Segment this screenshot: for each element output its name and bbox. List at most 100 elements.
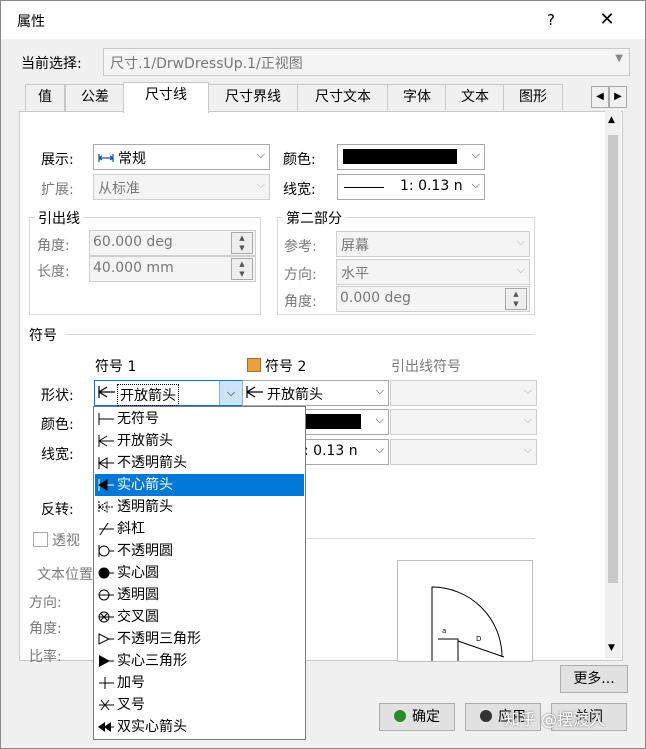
list-item[interactable]: 双实心箭头 [95,716,304,738]
tab-font[interactable]: 字体 [387,84,447,111]
reference-select[interactable]: 屏幕 ⌵ [336,231,530,257]
list-item[interactable]: 不透明三角形 [95,628,304,650]
symbol1-shape-select[interactable]: 开放箭头 ⌵ [94,380,242,406]
list-item[interactable]: 实心三角形 [95,650,304,672]
tab-scroll-right-icon[interactable]: ▶ [609,86,627,108]
leader-length-value: 40.000 mm [93,260,174,276]
open-arrow-icon [98,435,114,447]
ok-status-icon [394,710,406,722]
close-icon[interactable]: ✕ [591,7,623,33]
leader-angle-label: 角度: [37,238,70,254]
second-angle-value: 0.000 deg [340,290,411,306]
list-item[interactable]: 无符号 [95,408,304,430]
direction-select[interactable]: 水平 ⌵ [336,259,530,285]
list-item[interactable]: 叉号 [95,694,304,716]
symbol2-shape-select[interactable]: 开放箭头 ⌵ [242,380,389,406]
tab-graphics[interactable]: 图形 [503,84,563,111]
list-item[interactable]: 实心圆 [95,562,304,584]
dimension-preview-icon: a D [431,586,505,661]
symbol2-toggle-icon[interactable] [247,358,261,372]
lower-angle-label: 角度: [29,621,62,637]
scroll-up-icon[interactable]: ▲ [608,115,615,125]
spinner-arrows-icon[interactable]: ▲ ▼ [231,258,253,280]
ok-button[interactable]: 确定 [379,703,455,731]
chevron-down-icon: ⌵ [516,263,525,276]
direction-value: 水平 [341,266,369,282]
more-button[interactable]: 更多... [560,665,628,693]
chevron-down-icon: ⌵ [523,443,532,456]
cross-circle-icon [98,611,114,623]
tab-tolerance[interactable]: 公差 [65,84,125,111]
leader-symbol-header: 引出线符号 [391,359,461,375]
list-item[interactable]: 不透明箭头 [95,452,304,474]
display-select[interactable]: 常规 ⌵ [93,144,270,170]
color-select[interactable]: ⌵ [337,144,485,170]
list-item[interactable]: 交叉圆 [95,606,304,628]
double-filled-arrow-icon [98,722,114,732]
symbol1-header: 符号 1 [95,359,137,375]
chevron-down-icon[interactable]: ⌵ [219,381,242,405]
tab-bar: 值 公差 尺寸线 尺寸界线 尺寸文本 字体 文本 图形 ◀ ▶ [19,82,631,113]
scrollbar-thumb[interactable] [608,135,618,583]
leader-group-title: 引出线 [35,208,83,228]
title-bar: 属性 ? ✕ [1,1,645,39]
list-item[interactable]: 透明箭头 [95,496,304,518]
leader-length-input[interactable]: 40.000 mm ▲ ▼ [89,256,256,282]
tab-dimension-line[interactable]: 尺寸线 [123,82,209,113]
tab-text[interactable]: 文本 [445,84,505,111]
display-value: 常规 [118,151,146,167]
transparent-circle-icon [98,589,114,601]
leader-symbol-shape-select[interactable]: ⌵ [390,380,537,406]
tab-scroll-left-icon[interactable]: ◀ [591,86,609,108]
second-angle-label: 角度: [284,294,317,310]
chevron-down-icon: ⌵ [516,235,525,248]
open-arrow-icon [98,386,115,398]
list-item-selected[interactable]: 实心箭头 [95,474,304,496]
symbol2-shape-value: 开放箭头 [267,387,323,403]
apply-status-icon [480,710,492,722]
filled-arrow-icon [98,479,114,491]
tab-dimension-text[interactable]: 尺寸文本 [297,84,389,111]
list-item[interactable]: 加号 [95,672,304,694]
plus-icon [99,677,114,689]
list-item[interactable]: 透明圆 [95,584,304,606]
vertical-scrollbar[interactable]: ▲ ▼ [605,111,621,659]
divider [65,334,535,335]
list-item[interactable]: 斜杠 [95,518,304,540]
scroll-down-icon[interactable]: ▼ [608,643,615,653]
open-arrow-icon [246,386,263,398]
list-item[interactable]: 开放箭头 [95,430,304,452]
symbol1-shape-value: 开放箭头 [117,384,179,406]
help-button[interactable]: ? [537,7,565,33]
dialog-title: 属性 [17,14,45,30]
chevron-down-icon: ⌵ [375,413,384,426]
spinner-arrows-icon[interactable]: ▲ ▼ [505,288,527,310]
tab-extension-line[interactable]: 尺寸界线 [207,84,299,111]
tab-value[interactable]: 值 [25,84,65,111]
linewidth-label: 线宽: [283,182,316,198]
leader-angle-input[interactable]: 60.000 deg ▲ ▼ [89,230,256,256]
leader-symbol-color-select[interactable]: ⌵ [390,409,537,435]
color-swatch [343,149,457,164]
leader-symbol-width-select[interactable]: ⌵ [390,439,537,465]
leader-length-label: 长度: [37,264,70,280]
linewidth-value: 1: 0.13 n [400,178,463,194]
list-item[interactable]: 不透明圆 [95,540,304,562]
color-swatch [299,414,361,429]
slash-icon [99,522,114,536]
dimension-line-icon [98,154,114,162]
svg-text:D: D [476,635,481,643]
extension-select[interactable]: 从标准 ⌵ [93,174,270,200]
extension-label: 扩展: [41,182,74,198]
spinner-arrows-icon[interactable]: ▲ ▼ [231,232,253,254]
current-selection-field[interactable]: 尺寸.1/DrwDressUp.1/正视图 ▼ [103,48,630,76]
current-selection-label: 当前选择: [21,56,82,72]
direction-label: 方向: [284,267,317,283]
perspective-checkbox[interactable] [33,532,48,547]
linewidth-select[interactable]: 1: 0.13 n ⌵ [337,174,485,200]
chevron-down-icon: ⌵ [471,148,480,161]
cross-icon [99,699,114,711]
reverse-label: 反转: [41,502,74,518]
second-angle-input[interactable]: 0.000 deg ▲ ▼ [336,286,530,312]
chevron-down-icon: ▼ [615,53,623,64]
